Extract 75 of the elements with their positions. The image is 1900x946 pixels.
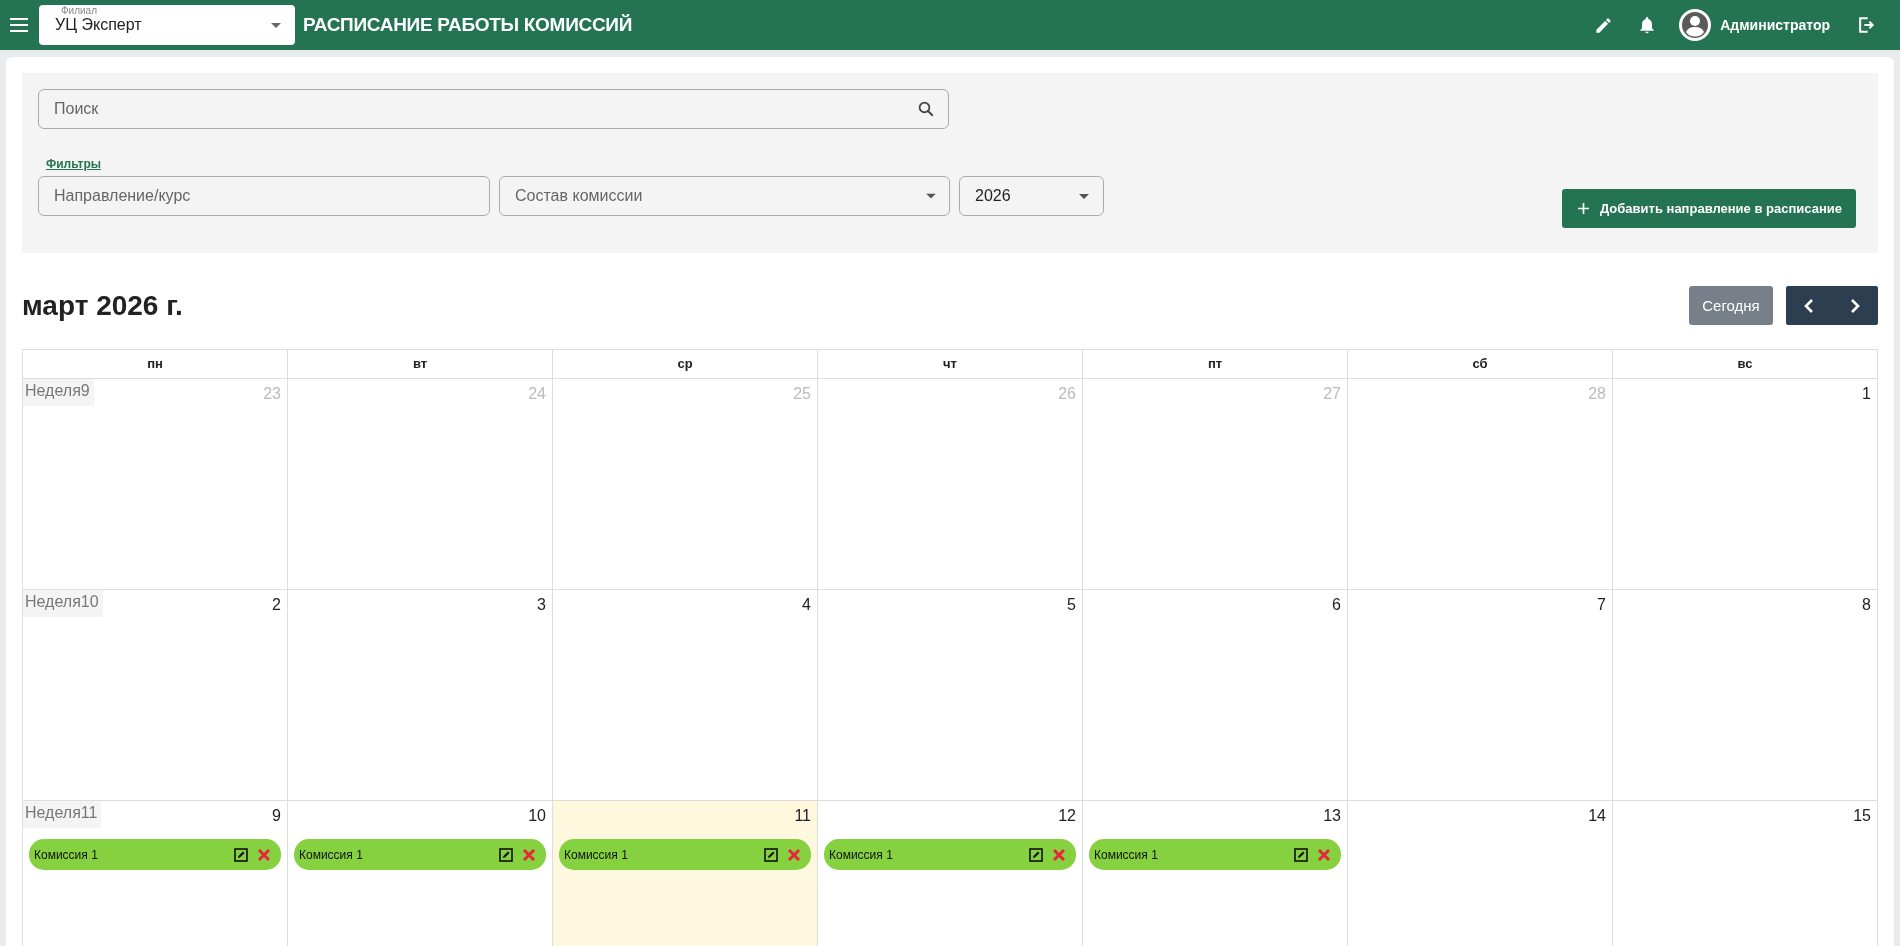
day-number: 11 (794, 806, 812, 825)
search-icon[interactable] (917, 100, 935, 118)
day-cell[interactable]: Неделя11 9 Комиссия 1 (23, 801, 288, 946)
event-title: Комиссия 1 (564, 847, 628, 862)
day-number: 6 (1332, 595, 1342, 614)
day-number: 26 (1058, 384, 1077, 403)
day-cell[interactable]: 11 Комиссия 1 (553, 801, 818, 946)
day-number: 13 (1323, 806, 1342, 825)
edit-icon[interactable] (234, 847, 248, 862)
day-number: 5 (1067, 595, 1077, 614)
day-number: 4 (802, 595, 812, 614)
event-title: Комиссия 1 (299, 847, 363, 862)
day-number: 27 (1323, 384, 1342, 403)
week-label: Неделя9 (23, 379, 94, 406)
event-pill[interactable]: Комиссия 1 (29, 839, 281, 870)
logout-icon[interactable] (1856, 15, 1876, 35)
event-pill[interactable]: Комиссия 1 (294, 839, 546, 870)
day-number: 10 (528, 806, 547, 825)
week-label: Неделя11 (23, 801, 102, 828)
day-number: 25 (793, 384, 812, 403)
year-select[interactable]: 2026 (959, 176, 1104, 216)
day-number: 2 (272, 595, 282, 614)
day-number: 23 (263, 384, 282, 403)
today-button[interactable]: Сегодня (1689, 286, 1773, 325)
day-cell[interactable]: 8 (1613, 590, 1878, 801)
day-number: 24 (528, 384, 547, 403)
day-cell[interactable]: 1 (1613, 379, 1878, 590)
field-label: Филиал (61, 6, 97, 16)
select-value: УЦ Эксперт (55, 16, 143, 34)
edit-icon[interactable] (1294, 847, 1308, 862)
day-cell[interactable]: 4 (553, 590, 818, 801)
menu-icon[interactable] (9, 17, 29, 33)
user-name: Администратор (1720, 17, 1830, 33)
day-cell[interactable]: Неделя9 23 (23, 379, 288, 590)
page-title: РАСПИСАНИЕ РАБОТЫ КОМИССИЙ (303, 14, 633, 36)
day-cell[interactable]: Неделя10 2 (23, 590, 288, 801)
commission-select[interactable]: Состав комиссии (499, 176, 950, 216)
user-menu[interactable]: Администратор (1679, 9, 1830, 41)
day-cell[interactable]: 5 (818, 590, 1083, 801)
chevron-right-icon (1850, 298, 1860, 313)
day-number: 12 (1058, 806, 1077, 825)
caret-icon (271, 22, 281, 28)
edit-icon[interactable] (764, 847, 778, 862)
day-number: 9 (272, 806, 282, 825)
edit-icon[interactable] (1029, 847, 1043, 862)
event-title: Комиссия 1 (829, 847, 893, 862)
event-pill[interactable]: Комиссия 1 (559, 839, 811, 870)
day-number: 28 (1588, 384, 1607, 403)
day-number: 15 (1853, 806, 1872, 825)
avatar-icon (1679, 9, 1712, 41)
day-cell[interactable]: 7 (1348, 590, 1613, 801)
direction-field[interactable]: Направление/курс (38, 176, 490, 216)
edit-icon[interactable] (499, 847, 513, 862)
select-value: 2026 (975, 187, 1012, 205)
event-title: Комиссия 1 (1094, 847, 1158, 862)
day-number: 1 (1862, 384, 1872, 403)
caret-icon (1079, 193, 1089, 199)
month-title: март 2026 г. (22, 289, 183, 322)
event-pill[interactable]: Комиссия 1 (824, 839, 1076, 870)
add-direction-button[interactable]: Добавить направление в расписание (1561, 189, 1856, 228)
event-pill[interactable]: Комиссия 1 (1089, 839, 1341, 870)
plus-icon (1577, 203, 1589, 214)
day-number: 7 (1597, 595, 1607, 614)
search-field[interactable]: Поиск (38, 89, 949, 129)
day-number: 3 (537, 595, 547, 614)
caret-icon (926, 193, 936, 199)
event-title: Комиссия 1 (34, 847, 98, 862)
day-cell[interactable]: 3 (288, 590, 553, 801)
week-label: Неделя10 (23, 590, 103, 617)
chevron-left-icon (1804, 298, 1814, 313)
day-number: 14 (1588, 806, 1607, 825)
branch-select[interactable]: Филиал УЦ Эксперт (39, 5, 295, 45)
day-cell[interactable]: 6 (1083, 590, 1348, 801)
filters-link[interactable]: Фильтры (46, 157, 102, 171)
day-number: 8 (1862, 595, 1872, 614)
